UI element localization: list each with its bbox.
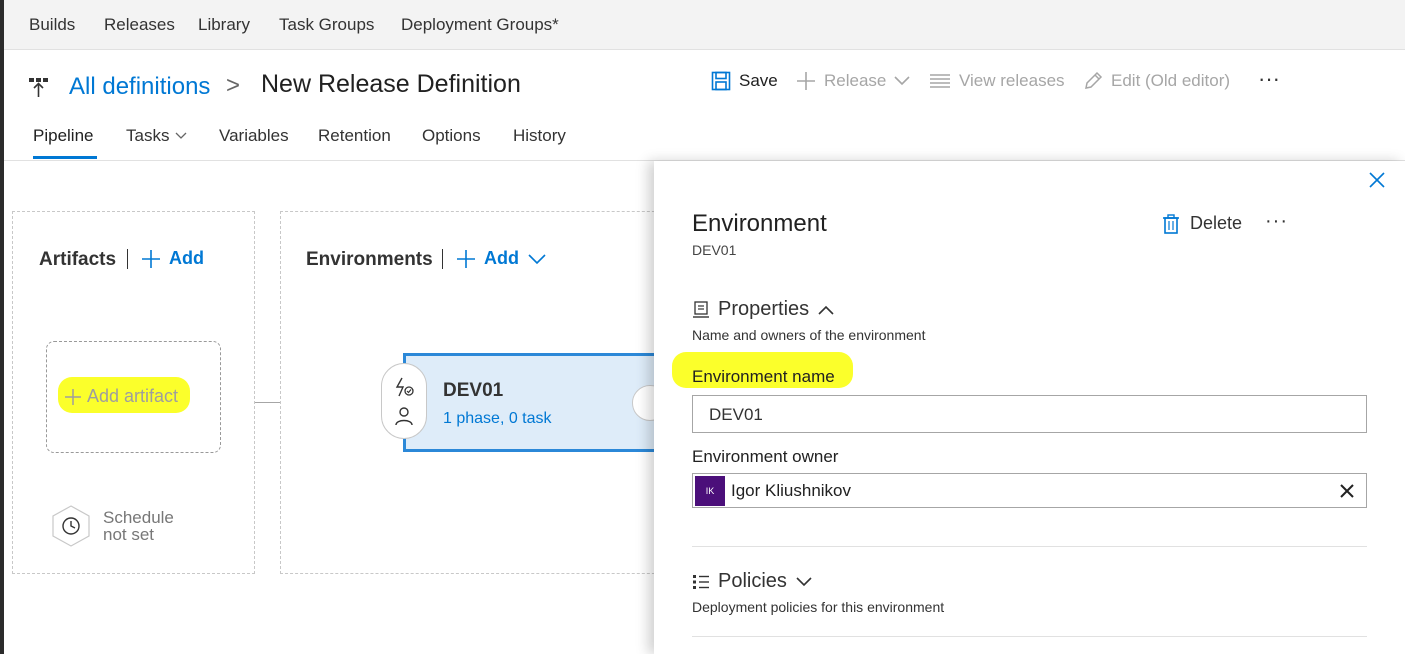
- delete-environment-button[interactable]: Delete: [1162, 213, 1242, 234]
- environment-owner-picker[interactable]: IK Igor Kliushnikov: [692, 473, 1367, 508]
- tab-tasks-label: Tasks: [126, 126, 170, 145]
- add-artifact-label: Add artifact: [87, 386, 179, 406]
- chevron-down-icon: [176, 132, 187, 139]
- nav-library[interactable]: Library: [198, 15, 250, 35]
- nav-task-groups[interactable]: Task Groups: [279, 15, 374, 35]
- add-artifact-link[interactable]: Add: [141, 248, 204, 269]
- window-edge: [0, 0, 4, 654]
- active-tab-indicator: [33, 156, 97, 159]
- save-icon: [711, 71, 731, 91]
- more-label: ···: [1258, 66, 1280, 91]
- policies-description: Deployment policies for this environment: [692, 599, 945, 615]
- properties-description: Name and owners of the environment: [692, 327, 926, 343]
- view-releases-button[interactable]: View releases: [929, 71, 1065, 91]
- avatar: IK: [695, 476, 725, 506]
- environment-card-summary[interactable]: 1 phase, 0 task: [443, 410, 552, 428]
- add-artifact-link-label: Add: [169, 248, 204, 268]
- owner-name: Igor Kliushnikov: [731, 481, 852, 500]
- environments-separator: [442, 249, 443, 269]
- policies-section-toggle[interactable]: Policies: [692, 570, 813, 593]
- list-icon: [930, 74, 950, 88]
- chevron-down-icon: [796, 576, 812, 586]
- edit-old-editor-button[interactable]: Edit (Old editor): [1083, 71, 1230, 91]
- breadcrumb-all-definitions[interactable]: All definitions: [69, 73, 210, 101]
- properties-section-toggle[interactable]: Properties: [692, 298, 835, 321]
- environments-title: Environments: [306, 249, 433, 270]
- clear-owner-icon[interactable]: [1338, 482, 1356, 500]
- add-artifact-button[interactable]: Add artifact: [64, 386, 178, 407]
- panel-subtitle: DEV01: [692, 242, 737, 258]
- pencil-icon: [1085, 71, 1103, 89]
- schedule-line1: Schedule: [103, 508, 174, 527]
- breadcrumb-separator: >: [226, 72, 241, 99]
- more-actions-button[interactable]: ···: [1258, 66, 1280, 92]
- tab-history[interactable]: History: [513, 126, 566, 146]
- edit-old-label: Edit (Old editor): [1111, 71, 1231, 90]
- trigger-lightning-icon: [395, 377, 414, 397]
- tab-options[interactable]: Options: [422, 126, 481, 146]
- environment-card[interactable]: [403, 353, 663, 452]
- plus-icon: [457, 249, 475, 268]
- add-environment-link[interactable]: Add: [456, 248, 547, 269]
- chevron-up-icon: [818, 305, 834, 315]
- trash-icon: [1163, 213, 1179, 234]
- policies-list-icon: [693, 574, 709, 589]
- properties-heading: Properties: [718, 298, 810, 320]
- tab-pipeline[interactable]: Pipeline: [33, 126, 94, 146]
- approver-person-icon: [395, 407, 413, 426]
- chevron-down-icon: [528, 253, 546, 264]
- schedule-line2: not set: [103, 525, 155, 544]
- section-divider: [692, 546, 1367, 547]
- schedule-clock-icon[interactable]: [50, 505, 92, 547]
- panel-more-button[interactable]: ···: [1265, 210, 1288, 233]
- plus-icon: [142, 249, 160, 268]
- plus-icon: [65, 388, 81, 405]
- environment-card-name: DEV01: [443, 380, 504, 401]
- nav-builds[interactable]: Builds: [29, 15, 75, 35]
- policies-heading: Policies: [718, 570, 787, 592]
- environment-name-value: DEV01: [709, 405, 763, 424]
- top-nav: Builds Releases Library Task Groups Depl…: [4, 0, 1405, 50]
- artifacts-title: Artifacts: [39, 249, 117, 270]
- add-environment-label: Add: [484, 248, 519, 268]
- chevron-down-icon: [894, 76, 910, 86]
- nav-releases[interactable]: Releases: [104, 15, 175, 35]
- save-label: Save: [739, 71, 778, 90]
- tab-variables[interactable]: Variables: [219, 126, 289, 146]
- view-releases-label: View releases: [959, 71, 1065, 90]
- environment-name-input[interactable]: DEV01: [692, 395, 1367, 433]
- properties-icon: [693, 300, 709, 318]
- section-divider: [692, 636, 1367, 637]
- environment-name-label: Environment name: [692, 367, 835, 386]
- release-definition-icon: [29, 78, 48, 97]
- schedule-status: Schedule not set: [103, 509, 174, 543]
- tab-tasks[interactable]: Tasks: [126, 126, 187, 146]
- release-button[interactable]: Release: [796, 71, 910, 91]
- release-label: Release: [824, 71, 887, 90]
- save-button[interactable]: Save: [711, 71, 778, 91]
- page-title: New Release Definition: [261, 70, 521, 98]
- environment-owner-label: Environment owner: [692, 447, 839, 466]
- delete-label: Delete: [1190, 213, 1243, 233]
- pre-deployment-conditions[interactable]: [381, 363, 427, 439]
- tab-retention[interactable]: Retention: [318, 126, 391, 146]
- close-icon[interactable]: [1368, 171, 1386, 189]
- plus-icon: [797, 72, 815, 90]
- artifacts-separator: [127, 249, 128, 269]
- panel-title: Environment: [692, 210, 827, 237]
- nav-deployment-groups[interactable]: Deployment Groups*: [401, 15, 559, 35]
